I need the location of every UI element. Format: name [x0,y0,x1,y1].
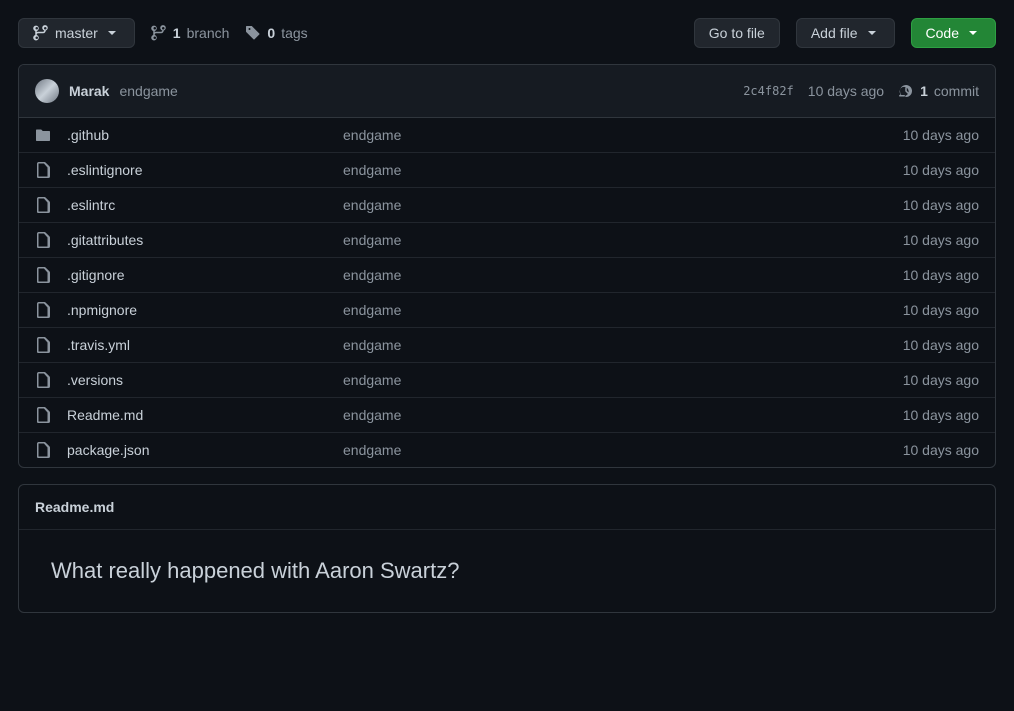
readme-container: Readme.md What really happened with Aaro… [18,484,996,613]
folder-icon [35,127,51,143]
file-commit-message[interactable]: endgame [343,232,887,248]
file-age: 10 days ago [903,407,979,423]
file-row: .versions endgame 10 days ago [19,363,995,398]
branch-label: branch [187,25,230,41]
file-row: .travis.yml endgame 10 days ago [19,328,995,363]
file-age: 10 days ago [903,337,979,353]
file-icon [35,337,51,353]
file-commit-message[interactable]: endgame [343,302,887,318]
history-icon [898,83,914,99]
commit-count-label: commit [934,83,979,99]
caret-down-icon [104,25,120,41]
file-name-link[interactable]: .npmignore [67,302,327,318]
file-commit-message[interactable]: endgame [343,127,887,143]
file-name-link[interactable]: .gitattributes [67,232,327,248]
branch-count: 1 [173,25,181,41]
file-row: .gitattributes endgame 10 days ago [19,223,995,258]
caret-down-icon [864,25,880,41]
caret-down-icon [965,25,981,41]
file-age: 10 days ago [903,162,979,178]
file-commit-message[interactable]: endgame [343,162,887,178]
file-icon [35,372,51,388]
commit-count: 1 [920,83,928,99]
branches-link[interactable]: 1 branch [151,25,230,41]
file-row: Readme.md endgame 10 days ago [19,398,995,433]
file-commit-message[interactable]: endgame [343,372,887,388]
file-commit-message[interactable]: endgame [343,442,887,458]
file-name-link[interactable]: .gitignore [67,267,327,283]
readme-heading: What really happened with Aaron Swartz? [51,558,963,584]
file-name-link[interactable]: .travis.yml [67,337,327,353]
file-age: 10 days ago [903,197,979,213]
file-name-link[interactable]: .eslintrc [67,197,327,213]
tags-link[interactable]: 0 tags [245,25,307,41]
file-age: 10 days ago [903,372,979,388]
commit-age: 10 days ago [808,83,884,99]
file-row: .github endgame 10 days ago [19,118,995,153]
file-name-link[interactable]: Readme.md [67,407,327,423]
branch-name: master [55,25,98,41]
file-name-link[interactable]: .versions [67,372,327,388]
repo-toolbar: master 1 branch 0 tags Go to file Add fi… [18,18,996,48]
file-name-link[interactable]: package.json [67,442,327,458]
branch-select-button[interactable]: master [18,18,135,48]
file-icon [35,197,51,213]
tag-label: tags [281,25,307,41]
file-row: .eslintignore endgame 10 days ago [19,153,995,188]
file-commit-message[interactable]: endgame [343,407,887,423]
file-listing: Marak endgame 2c4f82f 10 days ago 1 comm… [18,64,996,468]
file-icon [35,162,51,178]
latest-commit-bar: Marak endgame 2c4f82f 10 days ago 1 comm… [19,65,995,118]
file-name-link[interactable]: .eslintignore [67,162,327,178]
file-commit-message[interactable]: endgame [343,337,887,353]
file-age: 10 days ago [903,232,979,248]
file-commit-message[interactable]: endgame [343,197,887,213]
commits-link[interactable]: 1 commit [898,83,979,99]
file-age: 10 days ago [903,302,979,318]
file-row: package.json endgame 10 days ago [19,433,995,467]
commit-author[interactable]: Marak [69,83,109,99]
file-row: .npmignore endgame 10 days ago [19,293,995,328]
file-icon [35,407,51,423]
file-icon [35,442,51,458]
commit-sha[interactable]: 2c4f82f [743,84,794,98]
add-file-button[interactable]: Add file [796,18,895,48]
tag-icon [245,25,261,41]
git-branch-icon [33,25,49,41]
file-row: .gitignore endgame 10 days ago [19,258,995,293]
file-icon [35,302,51,318]
file-age: 10 days ago [903,267,979,283]
commit-message[interactable]: endgame [119,83,177,99]
avatar[interactable] [35,79,59,103]
file-commit-message[interactable]: endgame [343,267,887,283]
file-icon [35,267,51,283]
file-name-link[interactable]: .github [67,127,327,143]
file-row: .eslintrc endgame 10 days ago [19,188,995,223]
file-age: 10 days ago [903,127,979,143]
code-button[interactable]: Code [911,18,996,48]
readme-filename[interactable]: Readme.md [19,485,995,530]
file-age: 10 days ago [903,442,979,458]
go-to-file-button[interactable]: Go to file [694,18,780,48]
tag-count: 0 [267,25,275,41]
file-icon [35,232,51,248]
git-branch-icon [151,25,167,41]
